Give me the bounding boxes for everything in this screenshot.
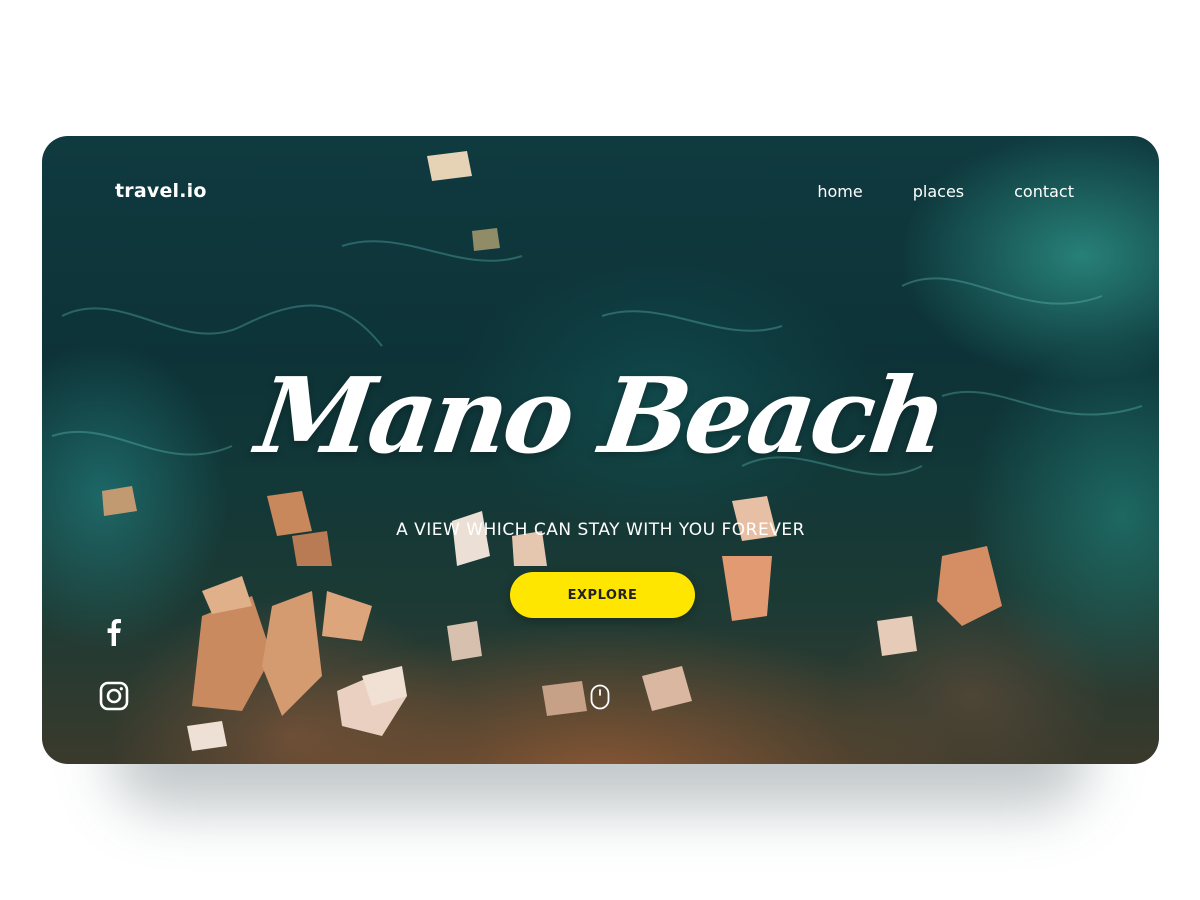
explore-button[interactable]: EXPLORE [510,572,695,618]
social-links [98,616,130,712]
hero-headline: Mano Beach [249,354,952,477]
hero-tagline: A VIEW WHICH CAN STAY WITH YOU FOREVER [396,520,805,540]
nav-link-contact[interactable]: contact [1014,182,1074,201]
main-nav: home places contact [767,182,1074,201]
facebook-icon[interactable] [98,616,130,648]
nav-link-places[interactable]: places [913,182,964,201]
nav-link-home[interactable]: home [817,182,862,201]
hero-section: travel.io home places contact Mano Beach… [42,136,1159,764]
logo[interactable]: travel.io [115,180,207,202]
mouse-scroll-icon[interactable] [590,684,610,710]
instagram-icon[interactable] [98,680,130,712]
